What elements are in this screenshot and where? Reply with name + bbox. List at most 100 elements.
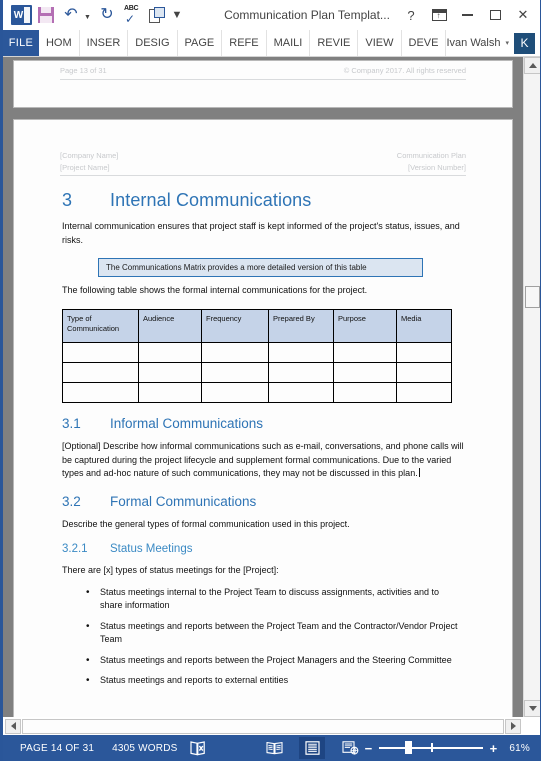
- list-item: Status meetings internal to the Project …: [62, 585, 464, 613]
- table-intro-paragraph: The following table shows the formal int…: [62, 285, 368, 296]
- list-item: Status meetings and reports to external …: [62, 673, 464, 687]
- scroll-down-icon[interactable]: [524, 700, 540, 717]
- communications-table[interactable]: Type of Communication Audience Frequency…: [62, 308, 452, 403]
- list-item: Status meetings and reports between the …: [62, 619, 464, 647]
- avatar[interactable]: K: [514, 32, 535, 54]
- print-preview-icon[interactable]: [145, 3, 169, 27]
- tab-references[interactable]: REFE: [222, 30, 267, 56]
- zoom-slider-midpoint: [431, 743, 433, 752]
- heading-text: Informal Communications: [110, 416, 264, 431]
- undo-dropdown-caret-icon[interactable]: ▼: [84, 3, 94, 27]
- help-icon[interactable]: ?: [398, 2, 424, 28]
- table-cell[interactable]: [201, 362, 269, 383]
- table-cell[interactable]: [62, 382, 139, 403]
- account-area[interactable]: Ivan Walsh ▾ K: [446, 30, 540, 56]
- tab-design[interactable]: DESIG: [128, 30, 178, 56]
- vertical-scroll-track[interactable]: [524, 74, 540, 700]
- table-cell[interactable]: [333, 342, 397, 363]
- heading-number: 3.2: [62, 493, 81, 509]
- proofing-errors-icon[interactable]: [186, 737, 209, 759]
- zoom-in-button[interactable]: +: [488, 741, 499, 756]
- table-cell[interactable]: [201, 342, 269, 363]
- table-col-prepared-by: Prepared By: [268, 308, 334, 344]
- vertical-scroll-thumb[interactable]: [525, 286, 540, 308]
- text-cursor: [418, 468, 420, 477]
- table-cell[interactable]: [62, 342, 139, 363]
- quick-access-toolbar: W ↶ ▼ ↻ ABC ✓ ▼: [3, 3, 184, 27]
- save-icon[interactable]: [34, 3, 58, 27]
- table-cell[interactable]: [138, 342, 202, 363]
- spelling-grammar-icon[interactable]: ABC ✓: [120, 3, 144, 27]
- chevron-down-icon[interactable]: ▾: [505, 39, 509, 47]
- redo-icon[interactable]: ↻: [95, 3, 119, 27]
- tab-insert[interactable]: INSER: [80, 30, 129, 56]
- tab-page-layout[interactable]: PAGE: [178, 30, 223, 56]
- section-3-2-1-body: There are [x] types of status meetings f…: [62, 565, 279, 575]
- footer-copyright: © Company 2017. All rights reserved: [343, 66, 466, 75]
- table-col-frequency: Frequency: [201, 308, 269, 344]
- table-row[interactable]: [62, 382, 452, 403]
- table-cell[interactable]: [268, 362, 334, 383]
- section-3-2-body: Describe the general types of formal com…: [62, 518, 350, 529]
- zoom-slider[interactable]: [379, 739, 483, 757]
- horizontal-scrollbar[interactable]: [3, 717, 540, 735]
- table-cell[interactable]: [62, 362, 139, 383]
- close-button[interactable]: ✕: [510, 2, 536, 28]
- read-mode-view-icon[interactable]: [261, 737, 287, 759]
- tab-mailings[interactable]: MAILI: [267, 30, 311, 56]
- heading-3-2-1-status-meetings: 3.2.1 Status Meetings: [62, 543, 464, 555]
- customize-qat-icon[interactable]: ▼: [170, 3, 184, 27]
- zoom-percentage[interactable]: 61%: [504, 743, 532, 754]
- table-cell[interactable]: [201, 382, 269, 403]
- zoom-out-button[interactable]: −: [363, 741, 374, 756]
- table-cell[interactable]: [268, 382, 334, 403]
- word-count[interactable]: 4305 WORDS: [103, 743, 186, 754]
- intro-paragraph: Internal communication ensures that proj…: [62, 221, 460, 245]
- table-cell[interactable]: [268, 342, 334, 363]
- table-cell[interactable]: [138, 382, 202, 403]
- view-buttons: [261, 737, 363, 759]
- status-meetings-list: Status meetings internal to the Project …: [62, 585, 464, 688]
- table-row[interactable]: [62, 362, 452, 383]
- table-row[interactable]: [62, 342, 452, 363]
- account-name: Ivan Walsh: [446, 37, 501, 49]
- table-cell[interactable]: [333, 382, 397, 403]
- document-area: Page 13 of 31 © Company 2017. All rights…: [3, 57, 540, 717]
- document-body[interactable]: 3 Internal Communications Internal commu…: [14, 190, 512, 688]
- table-cell[interactable]: [396, 342, 452, 363]
- table-cell[interactable]: [396, 382, 452, 403]
- vertical-scrollbar[interactable]: [523, 57, 540, 717]
- page-indicator[interactable]: PAGE 14 OF 31: [11, 743, 103, 754]
- horizontal-scroll-track[interactable]: [22, 718, 504, 734]
- scroll-left-icon[interactable]: [5, 718, 21, 734]
- tab-file[interactable]: FILE: [3, 30, 39, 56]
- page-footer-previous: Page 13 of 31 © Company 2017. All rights…: [60, 65, 466, 80]
- table-cell[interactable]: [138, 362, 202, 383]
- heading-3-internal-communications: 3 Internal Communications: [62, 190, 464, 211]
- tab-review[interactable]: REVIE: [310, 30, 359, 56]
- page-current[interactable]: [Company Name] [Project Name] Communicat…: [13, 119, 513, 717]
- ribbon-display-options-icon[interactable]: [426, 2, 452, 28]
- scroll-right-icon[interactable]: [505, 718, 521, 734]
- tab-view[interactable]: VIEW: [358, 30, 402, 56]
- undo-icon[interactable]: ↶: [59, 3, 83, 27]
- minimize-button[interactable]: [454, 2, 480, 28]
- print-layout-view-icon[interactable]: [299, 737, 325, 759]
- heading-text: Formal Communications: [110, 493, 257, 509]
- heading-number: 3.1: [62, 416, 81, 431]
- word-logo-icon[interactable]: W: [9, 3, 33, 27]
- maximize-button[interactable]: [482, 2, 508, 28]
- document-canvas[interactable]: Page 13 of 31 © Company 2017. All rights…: [3, 57, 523, 717]
- table-cell[interactable]: [396, 362, 452, 383]
- table-header-row: Type of Communication Audience Frequency…: [62, 308, 452, 344]
- scroll-up-icon[interactable]: [524, 57, 540, 74]
- table-cell[interactable]: [333, 362, 397, 383]
- web-layout-view-icon[interactable]: [337, 737, 363, 759]
- zoom-controls: − + 61%: [363, 739, 540, 757]
- header-version: [Version Number]: [408, 162, 466, 172]
- zoom-slider-thumb[interactable]: [405, 741, 412, 754]
- window-controls: ? ✕: [398, 0, 536, 30]
- heading-number: 3.2.1: [62, 543, 88, 555]
- tab-home[interactable]: HOM: [39, 30, 80, 56]
- tab-developer[interactable]: DEVE: [402, 30, 447, 56]
